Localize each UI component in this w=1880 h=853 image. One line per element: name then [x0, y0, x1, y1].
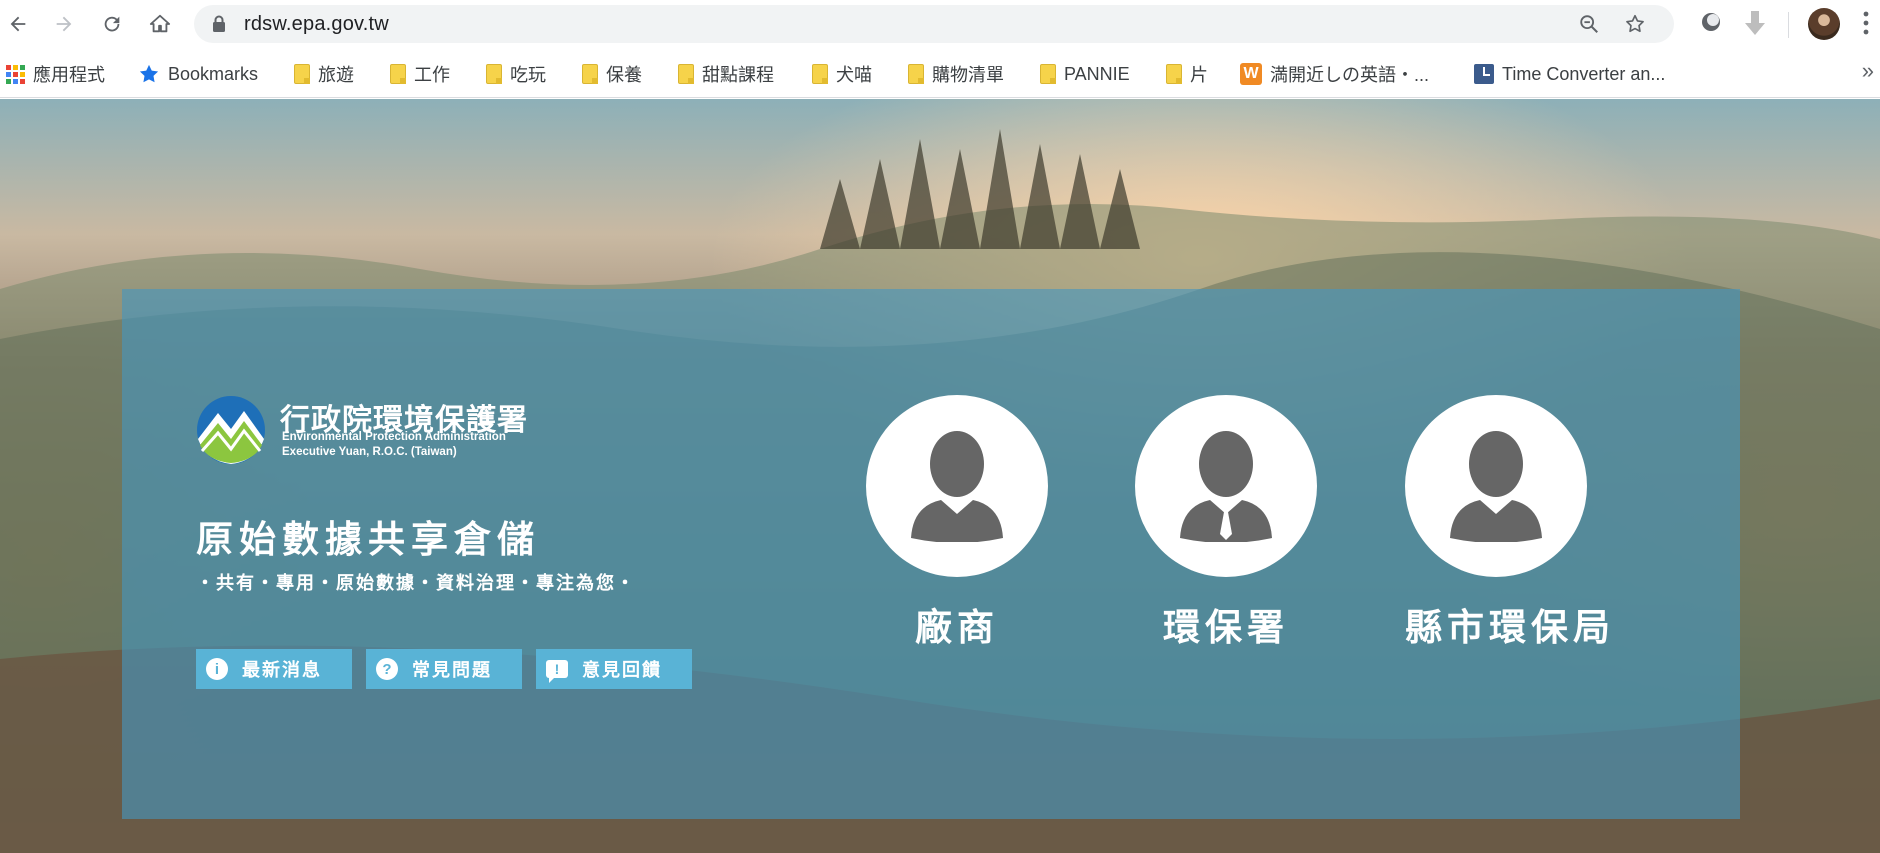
bookmark-folder-shopping[interactable]: 購物清單: [908, 62, 1004, 86]
page-background: 行政院環境保護署 Environmental Protection Admini…: [0, 99, 1880, 853]
w-logo-icon: W: [1240, 63, 1262, 85]
bookmark-folder-food[interactable]: 吃玩: [486, 62, 546, 86]
folder-icon: [812, 64, 828, 84]
bookmarks-bar: 應用程式 Bookmarks 旅遊 工作 吃玩 保養 甜點課程 犬喵 購物清單 …: [0, 48, 1880, 98]
extension-circle-icon[interactable]: [1698, 9, 1724, 40]
menu-icon[interactable]: [1862, 10, 1870, 41]
feedback-button[interactable]: ! 意見回饋: [536, 649, 692, 689]
zoom-icon[interactable]: [1578, 13, 1600, 40]
bookmark-folder-film[interactable]: 片: [1166, 62, 1208, 86]
bookmark-label: 工作: [414, 65, 450, 85]
user-icon: [1450, 431, 1542, 542]
home-icon[interactable]: [144, 8, 176, 40]
toolbar-divider: [1788, 12, 1789, 38]
role-epa[interactable]: 環保署: [1135, 395, 1317, 651]
clock-icon: [1474, 64, 1494, 84]
bookmark-apps[interactable]: 應用程式: [6, 62, 105, 86]
bookmark-folder-care[interactable]: 保養: [582, 62, 642, 86]
url-text[interactable]: rdsw.epa.gov.tw: [244, 13, 389, 36]
bookmark-label: 吃玩: [510, 65, 546, 85]
role-epa-avatar[interactable]: [1135, 395, 1317, 577]
feedback-icon: !: [546, 660, 568, 683]
bookmark-label: 満開近しの英語・...: [1270, 65, 1430, 85]
user-tie-icon: [1180, 431, 1272, 542]
page-title: 原始數據共享倉儲: [196, 519, 540, 560]
main-panel: 行政院環境保護署 Environmental Protection Admini…: [122, 289, 1740, 819]
star-icon: [139, 64, 159, 83]
bookmark-label: 犬喵: [836, 65, 872, 85]
bookmark-english[interactable]: W 満開近しの英語・...: [1240, 62, 1429, 86]
extension-download-icon[interactable]: [1742, 9, 1768, 42]
bookmark-time-converter[interactable]: Time Converter an...: [1474, 62, 1665, 86]
bookmark-label: PANNIE: [1064, 63, 1130, 84]
profile-avatar[interactable]: [1808, 8, 1840, 40]
bookmark-label: 旅遊: [318, 65, 354, 85]
role-local-bureau-label[interactable]: 縣市環保局: [1405, 597, 1610, 651]
folder-icon: [390, 64, 406, 84]
news-button[interactable]: i 最新消息: [196, 649, 352, 689]
role-local-bureau[interactable]: 縣市環保局: [1405, 395, 1610, 651]
bookmark-bookmarks[interactable]: Bookmarks: [138, 62, 258, 86]
bookmark-label: Bookmarks: [168, 63, 259, 84]
role-vendor[interactable]: 廠商: [866, 395, 1048, 651]
news-button-label: 最新消息: [242, 660, 322, 680]
page-tagline: ・共有・專用・原始數據・資料治理・專注為您・: [196, 573, 636, 593]
epa-emblem-icon: [197, 396, 265, 464]
bookmarks-overflow-button[interactable]: »: [1862, 58, 1874, 84]
bookmark-label: 甜點課程: [702, 65, 774, 85]
bookmark-label: 片: [1190, 65, 1208, 85]
folder-icon: [1040, 64, 1056, 84]
lock-icon[interactable]: [212, 15, 226, 38]
user-icon: [911, 431, 1003, 542]
folder-icon: [294, 64, 310, 84]
forward-icon[interactable]: [48, 8, 80, 40]
feedback-button-label: 意見回饋: [582, 660, 662, 680]
bookmark-label: 應用程式: [33, 65, 105, 85]
faq-button[interactable]: ? 常見問題: [366, 649, 522, 689]
folder-icon: [486, 64, 502, 84]
bookmark-folder-pannie[interactable]: PANNIE: [1040, 62, 1130, 86]
epa-logo: 行政院環境保護署 Environmental Protection Admini…: [196, 395, 536, 467]
browser-toolbar: rdsw.epa.gov.tw: [0, 0, 1880, 48]
address-bar[interactable]: rdsw.epa.gov.tw: [194, 5, 1674, 43]
epa-name-english-line1: Environmental Protection Administration: [282, 431, 506, 443]
folder-icon: [908, 64, 924, 84]
apps-grid-icon: [6, 64, 25, 84]
bookmark-folder-dessert[interactable]: 甜點課程: [678, 62, 774, 86]
faq-button-label: 常見問題: [412, 660, 492, 680]
bookmark-label: 購物清單: [932, 65, 1004, 85]
folder-icon: [678, 64, 694, 84]
role-vendor-label[interactable]: 廠商: [866, 597, 1048, 651]
bookmark-folder-pets[interactable]: 犬喵: [812, 62, 872, 86]
info-icon: i: [206, 658, 228, 680]
bookmark-label: Time Converter an...: [1502, 63, 1666, 84]
epa-name-english-line2: Executive Yuan, R.O.C. (Taiwan): [282, 446, 457, 458]
question-icon: ?: [376, 658, 398, 680]
folder-icon: [582, 64, 598, 84]
bookmark-star-icon[interactable]: [1624, 13, 1646, 40]
reload-icon[interactable]: [96, 8, 128, 40]
folder-icon: [1166, 64, 1182, 84]
bookmark-folder-travel[interactable]: 旅遊: [294, 62, 354, 86]
bookmark-folder-work[interactable]: 工作: [390, 62, 450, 86]
back-icon[interactable]: [2, 8, 34, 40]
role-vendor-avatar[interactable]: [866, 395, 1048, 577]
role-local-bureau-avatar[interactable]: [1405, 395, 1587, 577]
role-epa-label[interactable]: 環保署: [1135, 597, 1317, 651]
bookmark-label: 保養: [606, 65, 642, 85]
